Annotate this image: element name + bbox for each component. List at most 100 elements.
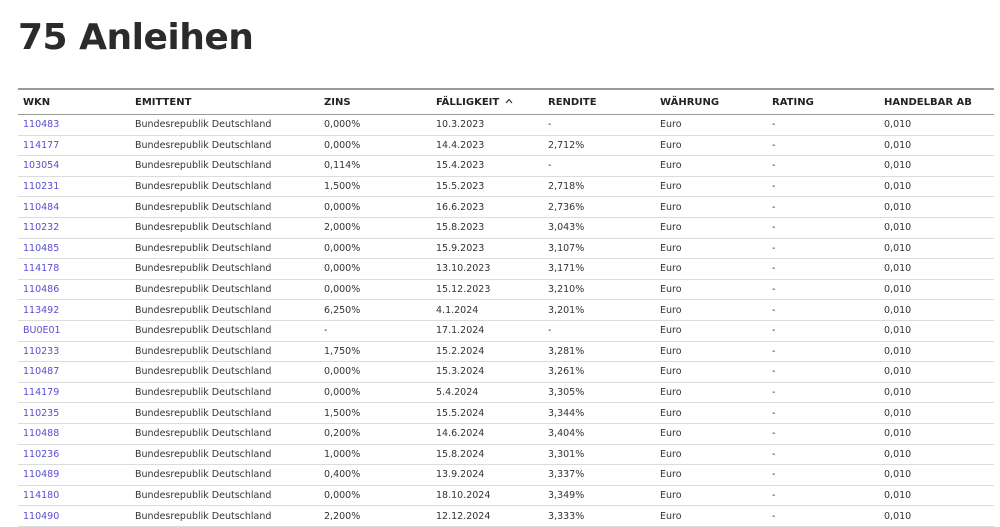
column-header-maturity[interactable]: FÄLLIGKEIT: [431, 89, 543, 115]
tradable-from-cell: 0,010: [879, 114, 994, 136]
rating-cell: -: [767, 258, 879, 280]
maturity-cell: 17.1.2024: [431, 320, 543, 342]
coupon-cell: 0,000%: [319, 114, 431, 136]
tradable-from-cell: 0,010: [879, 444, 994, 466]
wkn-link[interactable]: 110235: [18, 402, 130, 424]
wkn-link[interactable]: 110483: [18, 114, 130, 136]
wkn-link[interactable]: 110485: [18, 238, 130, 260]
maturity-cell: 15.2.2024: [431, 341, 543, 363]
issuer-cell: Bundesrepublik Deutschland: [130, 423, 319, 445]
rating-cell: -: [767, 505, 879, 527]
issuer-cell: Bundesrepublik Deutschland: [130, 361, 319, 383]
currency-cell: Euro: [655, 279, 767, 301]
wkn-link[interactable]: 113492: [18, 299, 130, 321]
wkn-link[interactable]: BU0E01: [18, 320, 130, 342]
wkn-link[interactable]: 110236: [18, 444, 130, 466]
rating-cell: -: [767, 423, 879, 445]
tradable-from-cell: 0,010: [879, 485, 994, 507]
tradable-from-cell: 0,010: [879, 464, 994, 486]
yield-cell: -: [543, 155, 655, 177]
currency-cell: Euro: [655, 114, 767, 136]
rating-cell: -: [767, 341, 879, 363]
issuer-cell: Bundesrepublik Deutschland: [130, 444, 319, 466]
wkn-link[interactable]: 110233: [18, 341, 130, 363]
rating-cell: -: [767, 114, 879, 136]
maturity-cell: 5.4.2024: [431, 382, 543, 404]
issuer-cell: Bundesrepublik Deutschland: [130, 341, 319, 363]
tradable-from-cell: 0,010: [879, 382, 994, 404]
table-row: 110485 Bundesrepublik Deutschland 0,000% 15…: [18, 238, 994, 260]
currency-cell: Euro: [655, 176, 767, 198]
column-header-issuer[interactable]: EMITTENT: [130, 89, 319, 115]
tradable-from-cell: 0,010: [879, 505, 994, 527]
tradable-from-cell: 0,010: [879, 176, 994, 198]
coupon-cell: 0,000%: [319, 279, 431, 301]
table-row: 114179 Bundesrepublik Deutschland 0,000% 5.…: [18, 382, 994, 404]
coupon-cell: 0,000%: [319, 196, 431, 218]
table-row: 110235 Bundesrepublik Deutschland 1,500% 15…: [18, 402, 994, 424]
issuer-cell: Bundesrepublik Deutschland: [130, 176, 319, 198]
wkn-link[interactable]: 114179: [18, 382, 130, 404]
wkn-link[interactable]: 114178: [18, 258, 130, 280]
currency-cell: Euro: [655, 196, 767, 218]
rating-cell: -: [767, 176, 879, 198]
bonds-table: WKN EMITTENT ZINS FÄLLIGKEIT RENDITE WÄH…: [18, 88, 994, 527]
coupon-cell: 0,000%: [319, 258, 431, 280]
rating-cell: -: [767, 299, 879, 321]
table-row: 114180 Bundesrepublik Deutschland 0,000% 18…: [18, 485, 994, 507]
issuer-cell: Bundesrepublik Deutschland: [130, 258, 319, 280]
tradable-from-cell: 0,010: [879, 320, 994, 342]
currency-cell: Euro: [655, 341, 767, 363]
yield-cell: 3,337%: [543, 464, 655, 486]
wkn-link[interactable]: 110484: [18, 196, 130, 218]
yield-cell: 3,171%: [543, 258, 655, 280]
currency-cell: Euro: [655, 135, 767, 157]
table-row: 114178 Bundesrepublik Deutschland 0,000% 13…: [18, 258, 994, 280]
column-header-yield[interactable]: RENDITE: [543, 89, 655, 115]
tradable-from-cell: 0,010: [879, 155, 994, 177]
column-header-tradable-from[interactable]: HANDELBAR AB: [879, 89, 994, 115]
yield-cell: 3,404%: [543, 423, 655, 445]
wkn-link[interactable]: 110486: [18, 279, 130, 301]
yield-cell: 3,349%: [543, 485, 655, 507]
yield-cell: 3,333%: [543, 505, 655, 527]
wkn-link[interactable]: 110488: [18, 423, 130, 445]
coupon-cell: 0,000%: [319, 485, 431, 507]
rating-cell: -: [767, 402, 879, 424]
table-row: 110490 Bundesrepublik Deutschland 2,200% 12…: [18, 505, 994, 527]
table-row: 110232 Bundesrepublik Deutschland 2,000% 15…: [18, 217, 994, 239]
yield-cell: 3,281%: [543, 341, 655, 363]
currency-cell: Euro: [655, 505, 767, 527]
wkn-link[interactable]: 110487: [18, 361, 130, 383]
wkn-link[interactable]: 110231: [18, 176, 130, 198]
issuer-cell: Bundesrepublik Deutschland: [130, 485, 319, 507]
wkn-link[interactable]: 103054: [18, 155, 130, 177]
table-row: 113492 Bundesrepublik Deutschland 6,250% 4.…: [18, 299, 994, 321]
table-row: 110231 Bundesrepublik Deutschland 1,500% 15…: [18, 176, 994, 198]
column-header-label: WÄHRUNG: [660, 96, 720, 108]
column-header-currency[interactable]: WÄHRUNG: [655, 89, 767, 115]
rating-cell: -: [767, 464, 879, 486]
coupon-cell: 2,200%: [319, 505, 431, 527]
wkn-link[interactable]: 114180: [18, 485, 130, 507]
currency-cell: Euro: [655, 423, 767, 445]
wkn-link[interactable]: 110490: [18, 505, 130, 527]
currency-cell: Euro: [655, 258, 767, 280]
wkn-link[interactable]: 110489: [18, 464, 130, 486]
column-header-wkn[interactable]: WKN: [18, 89, 130, 115]
issuer-cell: Bundesrepublik Deutschland: [130, 464, 319, 486]
yield-cell: 2,712%: [543, 135, 655, 157]
currency-cell: Euro: [655, 238, 767, 260]
column-header-label: ZINS: [324, 96, 351, 108]
rating-cell: -: [767, 238, 879, 260]
yield-cell: 3,210%: [543, 279, 655, 301]
column-header-coupon[interactable]: ZINS: [319, 89, 431, 115]
yield-cell: 3,305%: [543, 382, 655, 404]
currency-cell: Euro: [655, 402, 767, 424]
column-header-rating[interactable]: RATING: [767, 89, 879, 115]
coupon-cell: 1,500%: [319, 176, 431, 198]
wkn-link[interactable]: 110232: [18, 217, 130, 239]
wkn-link[interactable]: 114177: [18, 135, 130, 157]
tradable-from-cell: 0,010: [879, 135, 994, 157]
column-header-label: RATING: [772, 96, 814, 108]
